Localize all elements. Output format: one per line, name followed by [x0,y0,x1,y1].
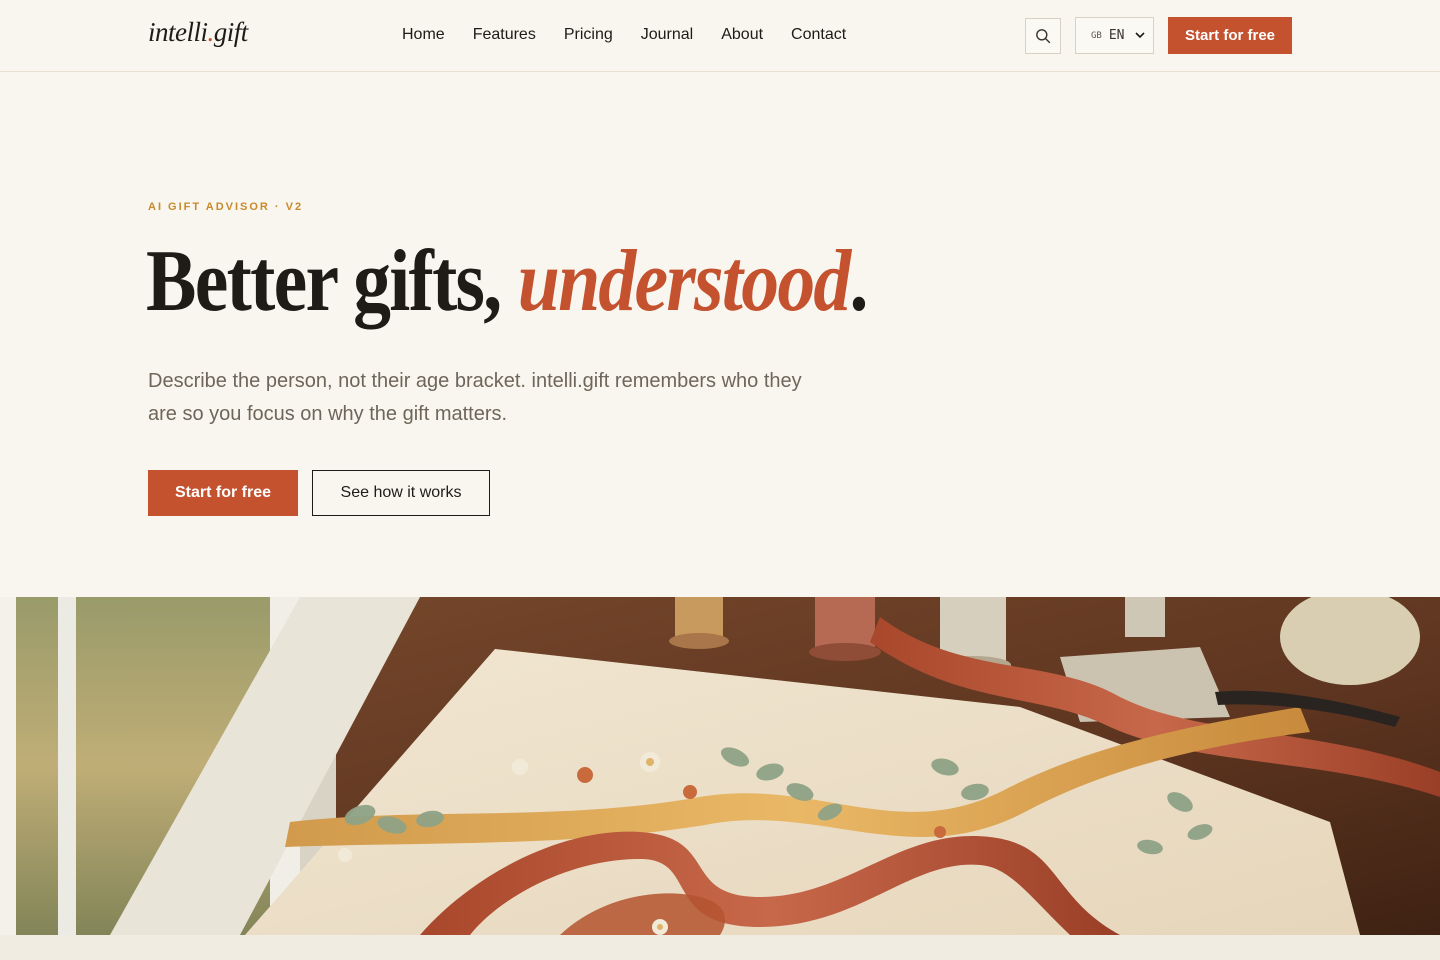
nav-item-features[interactable]: Features [473,24,536,46]
brand-logo-part1: intelli [148,17,208,47]
brand-logo[interactable]: intelli.gift [148,17,248,48]
headline-main: Better gifts, [146,233,518,330]
hero-image [0,597,1440,935]
nav-item-contact[interactable]: Contact [791,24,846,46]
nav-item-pricing[interactable]: Pricing [564,24,613,46]
headline-period: . [849,233,869,330]
hero-start-button[interactable]: Start for free [148,470,298,516]
nav-item-journal[interactable]: Journal [641,24,693,46]
next-section-edge [0,935,1440,960]
language-code: EN [1108,28,1125,43]
header-start-button[interactable]: Start for free [1168,17,1292,54]
nav-item-about[interactable]: About [721,24,763,46]
flag-icon: GB [1091,30,1102,41]
see-how-it-works-button[interactable]: See how it works [312,470,490,516]
main-nav: Home Features Pricing Journal About Cont… [402,24,846,46]
brand-logo-part2: gift [213,17,249,47]
site-header: intelli.gift Home Features Pricing Journ… [0,0,1440,72]
hero-subcopy: Describe the person, not their age brack… [148,370,802,425]
language-select[interactable]: GB EN [1075,17,1154,54]
nav-item-home[interactable]: Home [402,24,445,46]
search-button[interactable] [1025,18,1061,54]
chevron-down-icon [1135,32,1145,39]
search-icon [1036,29,1051,44]
headline-accent: understood [517,233,852,330]
thread-spool-illustration [675,597,723,639]
hero-headline: Better gifts, understood. [146,232,869,332]
hero-eyebrow: AI GIFT ADVISOR · V2 [148,201,304,213]
